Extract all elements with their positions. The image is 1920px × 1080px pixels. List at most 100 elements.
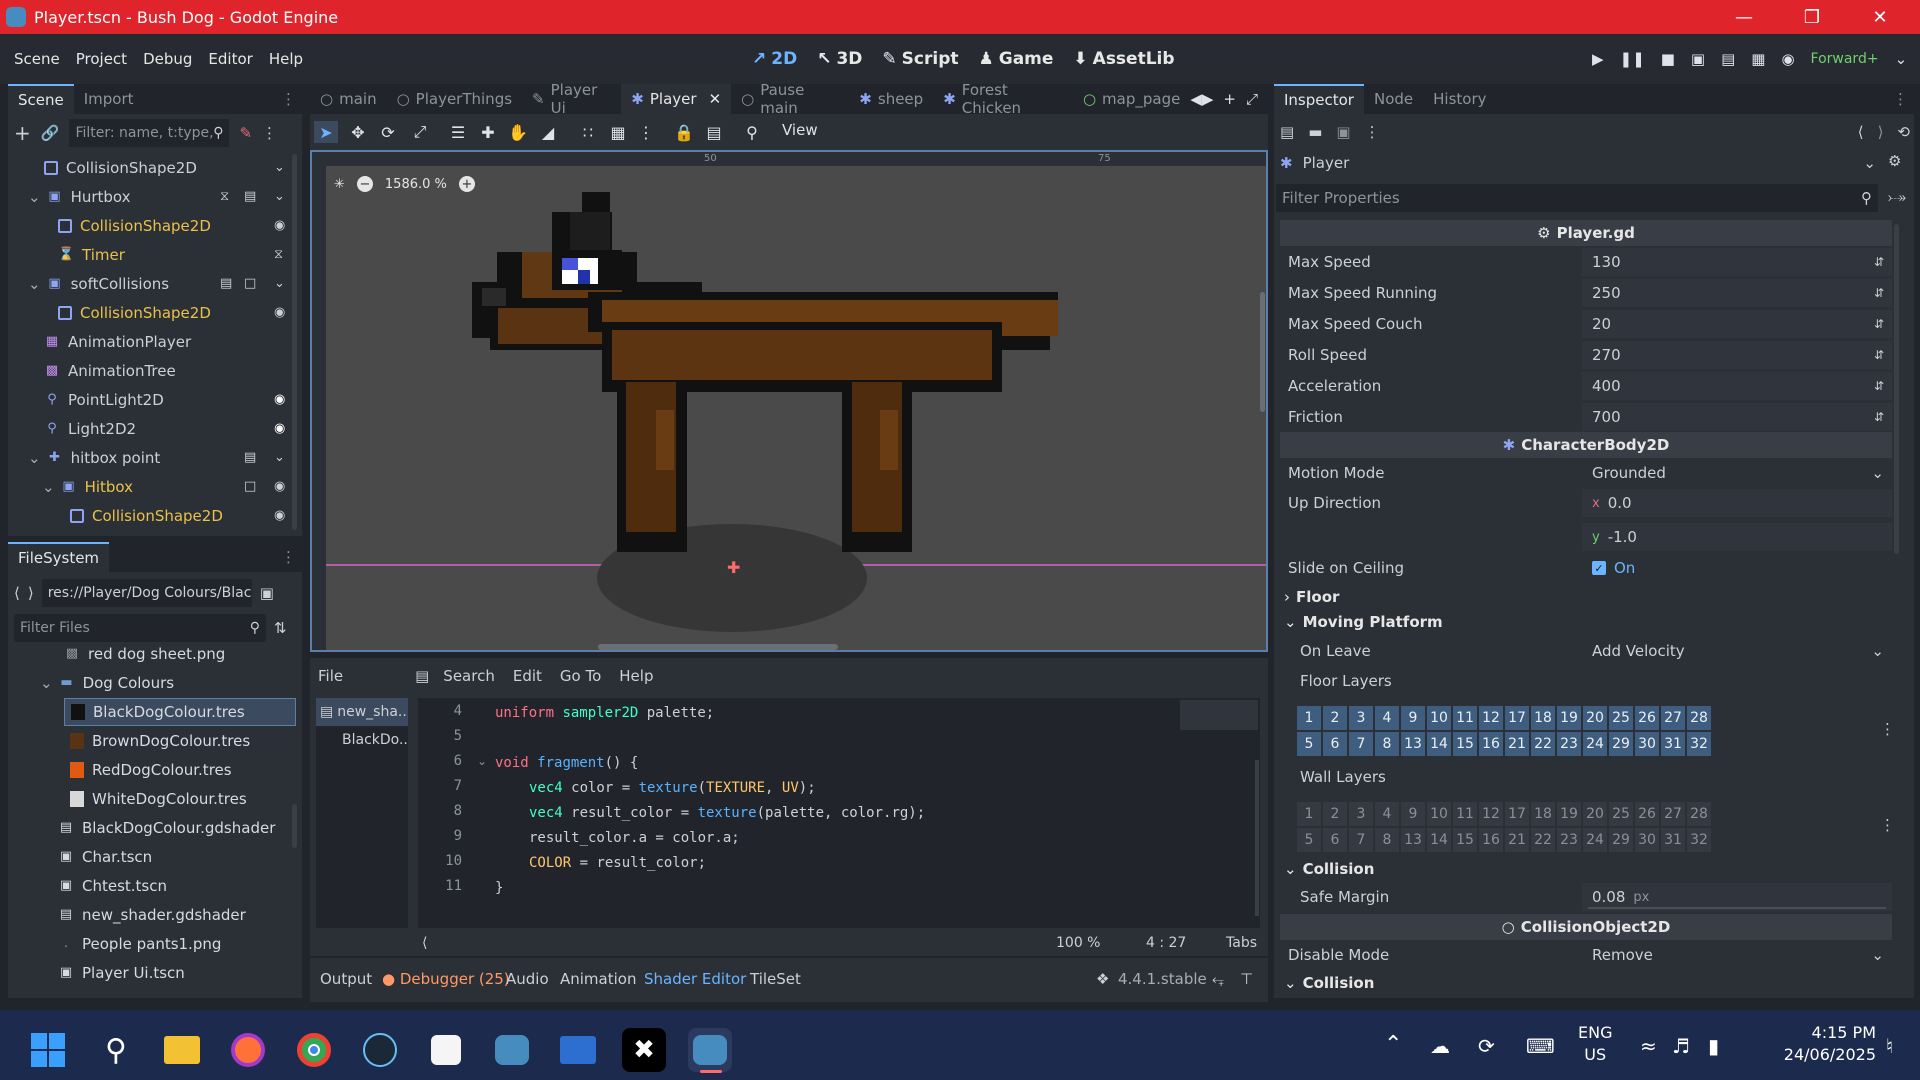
tree-node[interactable]: CollisionShape2D <box>70 502 223 530</box>
file-explorer-icon[interactable] <box>160 1028 204 1072</box>
file-item[interactable]: WhiteDogColour.tres <box>70 785 247 813</box>
add-node-icon[interactable]: + <box>14 121 31 145</box>
stepper-icon[interactable]: ⇵ <box>1874 410 1884 424</box>
layer-cell[interactable]: 29 <box>1608 731 1634 757</box>
workspace-script[interactable]: ✎ Script <box>882 49 958 69</box>
snap-options-icon[interactable]: ⋮ <box>634 121 658 143</box>
layer-cell[interactable]: 16 <box>1478 827 1504 853</box>
minimize-button[interactable]: — <box>1714 0 1774 34</box>
add-tab-icon[interactable]: + <box>1223 90 1236 108</box>
stepper-icon[interactable]: ⇵ <box>1874 379 1884 393</box>
windows-start-icon[interactable] <box>26 1028 70 1072</box>
section-collisionobject2d[interactable]: ○ CollisionObject2D <box>1280 914 1892 940</box>
bottom-tab-animation[interactable]: Animation <box>560 970 636 988</box>
scale-tool-icon[interactable]: ⤢ <box>408 121 432 143</box>
layer-cell[interactable]: 20 <box>1582 705 1608 731</box>
play-scene-icon[interactable]: ▤ <box>1721 50 1735 68</box>
list-select-icon[interactable]: ☰ <box>446 121 470 143</box>
layer-cell[interactable]: 10 <box>1426 801 1452 827</box>
zoom-in-icon[interactable]: + <box>458 176 475 192</box>
visibility-eye-icon[interactable]: ◉ <box>274 392 285 407</box>
layer-cell[interactable]: 15 <box>1452 731 1478 757</box>
menu-project[interactable]: Project <box>76 50 127 68</box>
scene-tab[interactable]: ○ PlayerThings <box>387 84 522 114</box>
close-tab-icon[interactable]: ✕ <box>709 90 722 108</box>
group-collision-2[interactable]: ⌄ Collision <box>1284 972 1374 994</box>
layer-cell[interactable]: 31 <box>1660 731 1686 757</box>
volume-icon[interactable]: ♬ <box>1672 1034 1690 1058</box>
expand-panel-icon[interactable]: ⊤ <box>1240 970 1253 988</box>
script-icon[interactable]: □ <box>244 276 256 291</box>
stepper-icon[interactable]: ⇵ <box>1874 317 1884 331</box>
layer-cell[interactable]: 21 <box>1504 731 1530 757</box>
visibility-eye-icon[interactable]: ◉ <box>274 218 285 233</box>
layer-cell[interactable]: 27 <box>1660 705 1686 731</box>
layer-cell[interactable]: 32 <box>1686 731 1712 757</box>
pivot-tool-icon[interactable]: ✚ <box>476 121 500 143</box>
layer-cell[interactable]: 9 <box>1400 801 1426 827</box>
tab-scene[interactable]: Scene <box>8 84 74 114</box>
visibility-eye-icon[interactable]: ◉ <box>274 508 285 523</box>
spinbox-acceleration[interactable]: 400 ⇵ <box>1582 372 1892 400</box>
godot-icon[interactable] <box>490 1028 534 1072</box>
pause-icon[interactable]: ❚❚ <box>1620 50 1645 68</box>
spinbox-max-speed-running[interactable]: 250 ⇵ <box>1582 279 1892 307</box>
sort-icon[interactable]: ⇅ <box>274 619 287 637</box>
layer-cell[interactable]: 5 <box>1296 731 1322 757</box>
photos-icon[interactable] <box>556 1028 600 1072</box>
filter-properties-input[interactable]: Filter Properties ⚲ <box>1276 184 1878 212</box>
horizontal-scrollbar[interactable] <box>598 644 838 650</box>
renderer-select[interactable]: Forward+ <box>1811 51 1879 67</box>
bone-icon[interactable]: ⚲ <box>740 121 764 143</box>
layer-cell[interactable]: 8 <box>1374 827 1400 853</box>
workspace-game[interactable]: ♟ Game <box>978 49 1053 69</box>
maximize-button[interactable]: ❐ <box>1782 0 1842 34</box>
smart-snap-icon[interactable]: ∷ <box>576 121 600 143</box>
scene-tab[interactable]: ✱ Forest Chicken <box>933 81 1073 117</box>
up-direction-x[interactable]: x 0.0 <box>1582 489 1892 517</box>
layer-cell[interactable]: 20 <box>1582 801 1608 827</box>
scene-tree-scrollbar[interactable] <box>292 154 297 530</box>
viewport[interactable]: 50 75 ✳ − 1586.0 % + ✚ <box>310 150 1268 652</box>
move-tool-icon[interactable]: ✥ <box>346 121 370 143</box>
file-item[interactable]: ▣ Player Ui.tscn <box>58 959 185 987</box>
layer-cell[interactable]: 14 <box>1426 827 1452 853</box>
back-arrow-icon[interactable]: ⟨ <box>14 584 20 602</box>
file-item[interactable]: ▩ red dog sheet.png <box>64 640 225 668</box>
layer-cell[interactable]: 11 <box>1452 705 1478 731</box>
grid-snap-icon[interactable]: ▦ <box>606 121 630 143</box>
stepper-icon[interactable]: ⇵ <box>1874 348 1884 362</box>
bottom-tab-tileset[interactable]: TileSet <box>750 970 801 988</box>
tree-node[interactable]: ▦ AnimationPlayer <box>44 328 191 356</box>
spinbox-roll-speed[interactable]: 270 ⇵ <box>1582 341 1892 369</box>
layer-cell[interactable]: 18 <box>1530 705 1556 731</box>
layer-cell[interactable]: 31 <box>1660 827 1686 853</box>
toggle-files-icon[interactable]: ▤ <box>415 667 429 685</box>
onedrive-icon[interactable]: ☁ <box>1430 1034 1450 1058</box>
new-resource-icon[interactable]: ▤ <box>1280 123 1294 141</box>
attach-script-icon[interactable]: ✎ <box>239 124 252 142</box>
file-item[interactable]: ▣ Char.tscn <box>58 843 152 871</box>
layer-cell[interactable]: 12 <box>1478 705 1504 731</box>
indent-mode[interactable]: Tabs <box>1226 935 1257 951</box>
group-moving-platform[interactable]: ⌄ Moving Platform <box>1284 611 1443 633</box>
tree-node[interactable]: ⌄ ▣ softCollisions <box>28 270 169 298</box>
stepper-icon[interactable]: ⇵ <box>1874 286 1884 300</box>
center-view-icon[interactable]: ✳ <box>334 177 345 192</box>
file-item[interactable]: . People pants1.png <box>58 930 221 958</box>
tree-node[interactable]: ⚲ Light2D2 <box>44 415 136 443</box>
node-properties-icon[interactable]: ⚙ <box>1888 152 1901 170</box>
split-view-icon[interactable]: ▣ <box>260 584 274 602</box>
back-arrow-icon[interactable]: ⟨ <box>1858 123 1864 141</box>
layer-cell[interactable]: 12 <box>1478 801 1504 827</box>
link-icon[interactable]: 🔗 <box>41 124 60 142</box>
menu-debug[interactable]: Debug <box>143 50 192 68</box>
layer-cell[interactable]: 22 <box>1530 731 1556 757</box>
zoom-level[interactable]: 1586.0 % <box>385 177 447 192</box>
layer-cell[interactable]: 7 <box>1348 827 1374 853</box>
tab-node[interactable]: Node <box>1364 84 1423 114</box>
capcut-icon[interactable]: ✖ <box>622 1028 666 1072</box>
play-icon[interactable]: ▶ <box>1592 50 1604 68</box>
layer-cell[interactable]: 6 <box>1322 827 1348 853</box>
signal-icon[interactable]: ⧖ <box>274 247 283 262</box>
